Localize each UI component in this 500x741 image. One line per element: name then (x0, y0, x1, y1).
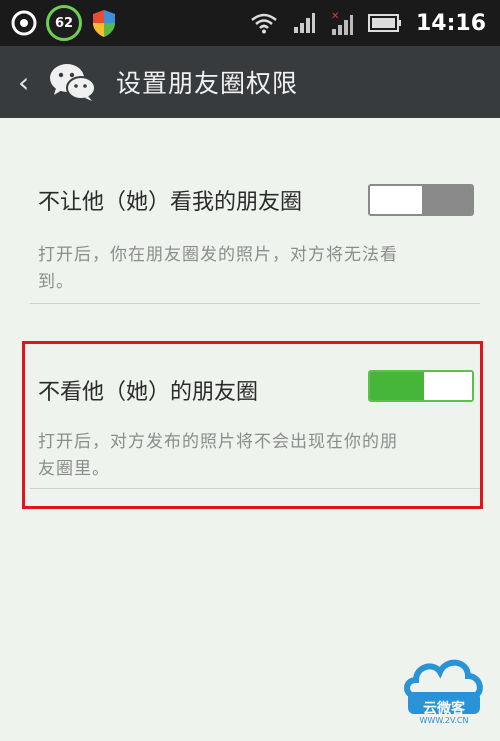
page-title: 设置朋友圈权限 (116, 69, 299, 98)
app-header: ‹ 设置朋友圈权限 (0, 46, 500, 118)
description-line: 打开后，你在朋友圈发的照片，对方将无法看 (38, 245, 398, 265)
status-right-icons: ✕ 14:16 (250, 6, 486, 40)
no-signal-icon: ✕ (331, 11, 353, 35)
battery-icon (367, 14, 401, 32)
wechat-logo-icon[interactable] (48, 62, 98, 102)
toggle-knob (370, 186, 422, 214)
notification-badge: 62 (46, 5, 82, 41)
setting-row-hide-my-moments: 不让他（她）看我的朋友圈 (30, 182, 480, 222)
divider (30, 303, 480, 304)
highlight-box (22, 341, 483, 509)
security-shield-icon (93, 10, 115, 37)
setting-description: 打开后，你在朋友圈发的照片，对方将无法看 到。 (38, 242, 478, 296)
wifi-icon (251, 13, 277, 34)
clock: 14:16 (415, 10, 486, 36)
description-line: 到。 (38, 272, 74, 292)
signal-icon (293, 13, 315, 33)
back-arrow-icon[interactable]: ‹ (18, 66, 36, 99)
hide-my-moments-toggle[interactable] (368, 184, 474, 216)
watermark: 云微客 WWW.2V.CN (402, 654, 486, 725)
watermark-url: WWW.2V.CN (419, 716, 469, 725)
svg-text:✕: ✕ (331, 11, 339, 22)
sync-icon (11, 10, 37, 36)
toggle-track (422, 186, 472, 214)
status-left-icons: 62 (10, 5, 118, 41)
watermark-text: 云微客 (423, 701, 465, 717)
setting-label: 不让他（她）看我的朋友圈 (38, 190, 303, 215)
status-bar: 62 ✕ 14:16 (0, 0, 500, 46)
